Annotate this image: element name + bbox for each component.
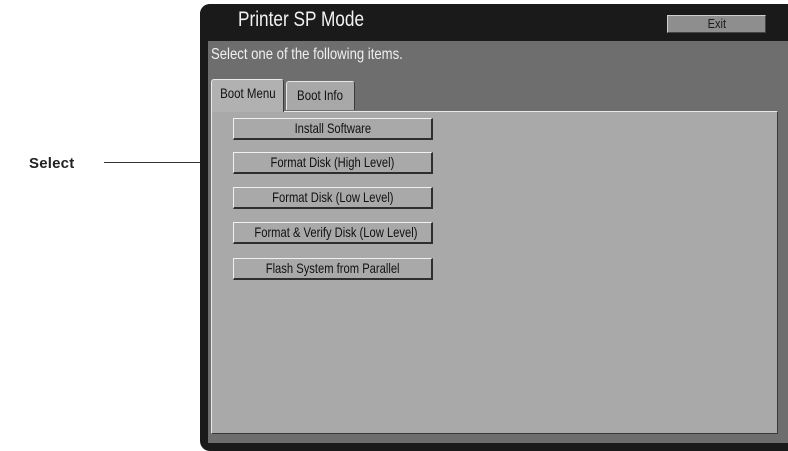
- tab-boot-menu[interactable]: Boot Menu: [211, 79, 284, 112]
- flash-system-from-parallel-button[interactable]: Flash System from Parallel: [233, 258, 433, 280]
- exit-button-label: Exit: [707, 16, 726, 31]
- sp-mode-panel: Printer SP Mode Exit Select one of the f…: [200, 4, 788, 451]
- tab-label: Boot Info: [297, 87, 344, 103]
- panel-body: Select one of the following items. Boot …: [208, 41, 788, 443]
- button-label: Format & Verify Disk (Low Level): [254, 224, 418, 240]
- format-disk-low-level-button[interactable]: Format Disk (Low Level): [233, 187, 433, 209]
- tab-boot-info[interactable]: Boot Info: [286, 81, 355, 110]
- button-label: Flash System from Parallel: [265, 260, 400, 276]
- window-title: Printer SP Mode: [238, 8, 365, 31]
- title-bar: Printer SP Mode Exit: [200, 4, 788, 41]
- tab-label: Boot Menu: [219, 85, 276, 101]
- install-software-button[interactable]: Install Software: [233, 118, 433, 140]
- button-label: Format Disk (High Level): [270, 154, 395, 170]
- screen: Select Printer SP Mode Exit Select one o…: [0, 0, 788, 451]
- button-label: Install Software: [294, 120, 371, 136]
- button-label: Format Disk (Low Level): [271, 189, 394, 205]
- format-verify-disk-low-level-button[interactable]: Format & Verify Disk (Low Level): [233, 222, 433, 244]
- format-disk-high-level-button[interactable]: Format Disk (High Level): [233, 152, 433, 174]
- callout-label: Select: [29, 155, 75, 172]
- boot-menu-content: Install Software Format Disk (High Level…: [211, 111, 778, 434]
- instruction-text: Select one of the following items.: [211, 46, 403, 63]
- exit-button[interactable]: Exit: [667, 15, 766, 33]
